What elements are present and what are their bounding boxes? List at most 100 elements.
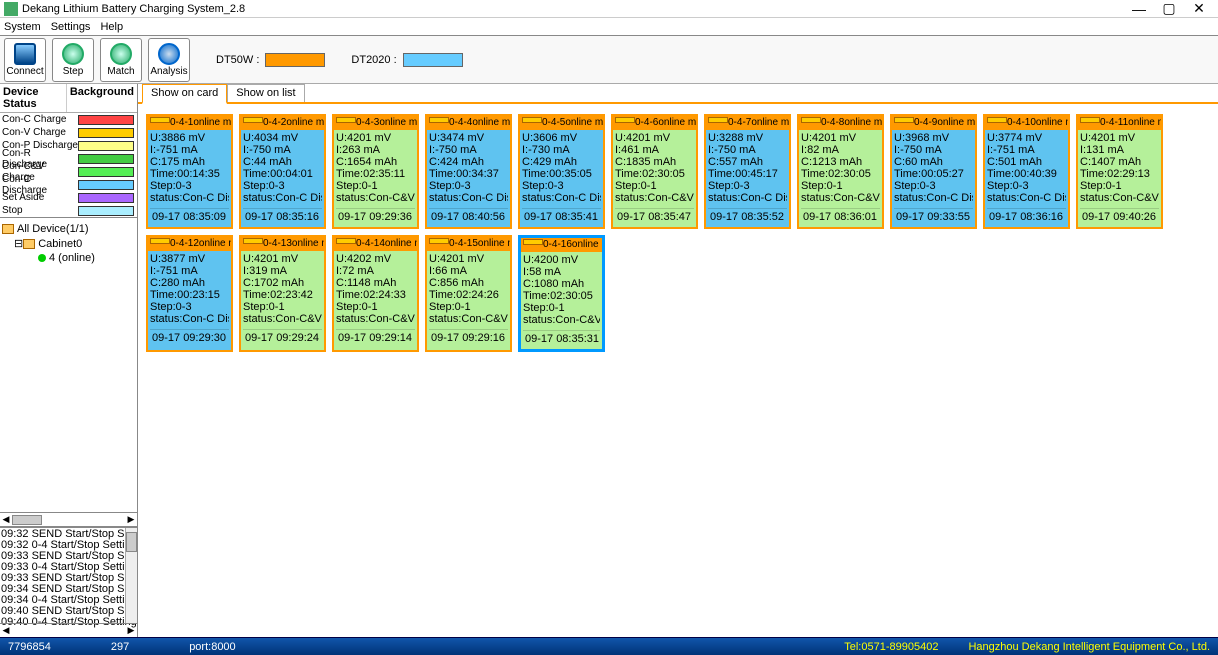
card-body: U:3474 mVI:-750 mAC:424 mAhTime:00:34:37… (427, 130, 510, 227)
log-vscroll[interactable] (125, 528, 137, 623)
card-step: Step:0-1 (1080, 180, 1159, 192)
tree-cabinet[interactable]: ⊟Cabinet0 (2, 236, 135, 251)
card-bar-icon (523, 239, 543, 245)
card-bar-icon (243, 238, 263, 244)
device-card[interactable]: 0-4-11online modeU:4201 mVI:131 mAC:1407… (1076, 114, 1163, 229)
card-current: I:-750 mA (429, 144, 508, 156)
status-tel: Tel:0571-89905402 (844, 641, 938, 653)
device-card[interactable]: 0-4-10online modeU:3774 mVI:-751 mAC:501… (983, 114, 1070, 229)
view-tabs: Show on card Show on list (138, 84, 1218, 104)
menu-help[interactable]: Help (100, 21, 123, 33)
card-timestamp: 09-17 09:29:14 (336, 329, 415, 346)
device-card[interactable]: 0-4-3online modeU:4201 mVI:263 mAC:1654 … (332, 114, 419, 229)
card-current: I:319 mA (243, 265, 322, 277)
card-status: status:Con-C Disch... (429, 192, 508, 204)
tab-card[interactable]: Show on card (142, 84, 227, 104)
scroll-thumb[interactable] (126, 532, 137, 552)
log-hscroll[interactable]: ◀▶ (0, 623, 137, 637)
card-status: status:Con-C Disch... (894, 192, 973, 204)
status-row-color (78, 206, 134, 216)
menu-system[interactable]: System (4, 21, 41, 33)
step-label: Step (63, 66, 84, 77)
card-step: Step:0-1 (336, 180, 415, 192)
connect-button[interactable]: Connect (4, 38, 46, 82)
scroll-left-icon[interactable]: ◀ (0, 625, 12, 636)
analysis-button[interactable]: Analysis (148, 38, 190, 82)
card-header: 0-4-2online mode (241, 116, 324, 130)
card-step: Step:0-1 (429, 301, 508, 313)
card-bar-icon (243, 117, 263, 123)
scroll-thumb[interactable] (12, 515, 42, 525)
minimize-button[interactable]: — (1124, 1, 1154, 17)
device-card[interactable]: 0-4-4online modeU:3474 mVI:-750 mAC:424 … (425, 114, 512, 229)
tree-device[interactable]: 4 (online) (2, 251, 135, 265)
device-card[interactable]: 0-4-7online modeU:3288 mVI:-750 mAC:557 … (704, 114, 791, 229)
card-status: status:Con-C&V C... (523, 314, 600, 326)
tree-root[interactable]: All Device(1/1) (2, 222, 135, 236)
scroll-right-icon[interactable]: ▶ (125, 514, 137, 525)
card-time: Time:02:30:05 (615, 168, 694, 180)
card-voltage: U:3474 mV (429, 132, 508, 144)
card-step: Step:0-1 (523, 302, 600, 314)
device-card[interactable]: 0-4-16online modeU:4200 mVI:58 mAC:1080 … (518, 235, 605, 352)
card-current: I:66 mA (429, 265, 508, 277)
close-button[interactable]: ✕ (1184, 0, 1214, 17)
card-voltage: U:4201 mV (615, 132, 694, 144)
card-current: I:131 mA (1080, 144, 1159, 156)
device-card[interactable]: 0-4-12online modeU:3877 mVI:-751 mAC:280… (146, 235, 233, 352)
card-voltage: U:3774 mV (987, 132, 1066, 144)
device-card[interactable]: 0-4-1online modeU:3886 mVI:-751 mAC:175 … (146, 114, 233, 229)
device-card[interactable]: 0-4-9online modeU:3968 mVI:-750 mAC:60 m… (890, 114, 977, 229)
device-card[interactable]: 0-4-2online modeU:4034 mVI:-750 mAC:44 m… (239, 114, 326, 229)
maximize-button[interactable]: ▢ (1154, 0, 1184, 17)
log-line: 09:40 SEND Start/Stop Settings (1, 606, 136, 617)
card-body: U:3968 mVI:-750 mAC:60 mAhTime:00:05:27S… (892, 130, 975, 227)
card-body: U:3606 mVI:-730 mAC:429 mAhTime:00:35:05… (520, 130, 603, 227)
step-button[interactable]: Step (52, 38, 94, 82)
status-legend-header: Device Status Background (0, 84, 137, 113)
card-capacity: C:1080 mAh (523, 278, 600, 290)
card-voltage: U:4201 mV (243, 253, 322, 265)
card-timestamp: 09-17 08:35:47 (615, 208, 694, 225)
card-bar-icon (801, 117, 821, 123)
card-step: Step:0-3 (429, 180, 508, 192)
card-timestamp: 09-17 08:36:16 (987, 208, 1066, 225)
card-bar-icon (522, 117, 542, 123)
card-body: U:3774 mVI:-751 mAC:501 mAhTime:00:40:39… (985, 130, 1068, 227)
status-val1: 7796854 (8, 641, 51, 653)
card-grid: 0-4-1online modeU:3886 mVI:-751 mAC:175 … (138, 104, 1218, 362)
card-voltage: U:4201 mV (429, 253, 508, 265)
device-card[interactable]: 0-4-6online modeU:4201 mVI:461 mAC:1835 … (611, 114, 698, 229)
match-button[interactable]: Match (100, 38, 142, 82)
card-capacity: C:280 mAh (150, 277, 229, 289)
card-body: U:3886 mVI:-751 mAC:175 mAhTime:00:14:35… (148, 130, 231, 227)
tree-leaf-label: 4 (online) (49, 252, 95, 264)
step-icon (62, 43, 84, 65)
device-card[interactable]: 0-4-14online modeU:4202 mVI:72 mAC:1148 … (332, 235, 419, 352)
tree-cab-label: Cabinet0 (38, 238, 82, 250)
card-capacity: C:1835 mAh (615, 156, 694, 168)
status-row-label: Con-V Charge (0, 127, 78, 138)
device-card[interactable]: 0-4-15online modeU:4201 mVI:66 mAC:856 m… (425, 235, 512, 352)
scroll-right-icon[interactable]: ▶ (125, 625, 137, 636)
device-tree[interactable]: All Device(1/1) ⊟Cabinet0 4 (online) ◀▶ (0, 217, 137, 527)
card-bar-icon (150, 238, 170, 244)
card-status: status:Con-C Disch... (708, 192, 787, 204)
tree-hscroll[interactable]: ◀▶ (0, 512, 137, 526)
log-line: 09:32 0-4 Start/Stop Settings S (1, 540, 136, 551)
menu-settings[interactable]: Settings (51, 21, 91, 33)
card-timestamp: 09-17 08:35:31 (523, 330, 600, 347)
device-card[interactable]: 0-4-8online modeU:4201 mVI:82 mAC:1213 m… (797, 114, 884, 229)
tab-list[interactable]: Show on list (227, 84, 304, 102)
card-header: 0-4-6online mode (613, 116, 696, 130)
device-card[interactable]: 0-4-13online modeU:4201 mVI:319 mAC:1702… (239, 235, 326, 352)
card-time: Time:00:05:27 (894, 168, 973, 180)
card-capacity: C:44 mAh (243, 156, 322, 168)
card-capacity: C:856 mAh (429, 277, 508, 289)
card-voltage: U:3968 mV (894, 132, 973, 144)
card-time: Time:00:34:37 (429, 168, 508, 180)
device-card[interactable]: 0-4-5online modeU:3606 mVI:-730 mAC:429 … (518, 114, 605, 229)
card-status: status:Con-C&V C... (243, 313, 322, 325)
scroll-left-icon[interactable]: ◀ (0, 514, 12, 525)
card-header: 0-4-13online mode (241, 237, 324, 251)
